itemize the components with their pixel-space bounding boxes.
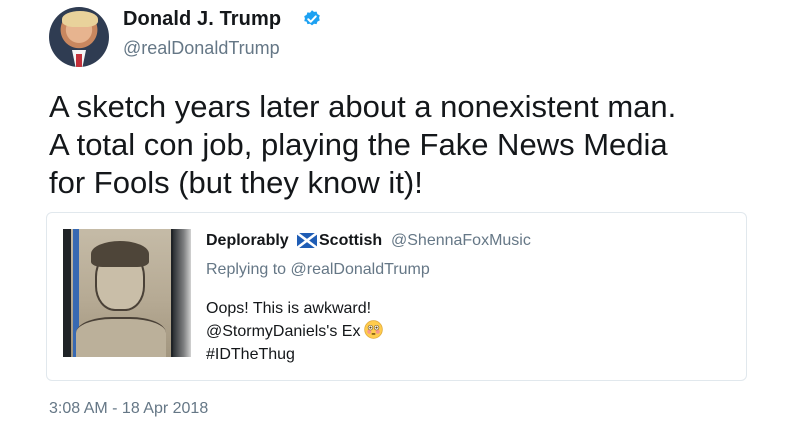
tweet-text-line: A sketch years later about a nonexistent… <box>49 89 677 124</box>
quoted-tweet-image[interactable] <box>63 229 191 357</box>
scotland-flag-icon <box>297 233 317 248</box>
quoted-text-line-2: @StormyDaniels's Ex <box>206 323 361 340</box>
quoted-author-name[interactable]: Deplorably <box>206 232 289 250</box>
replying-to: Replying to @realDonaldTrump <box>206 261 430 278</box>
sketch-image <box>71 229 171 357</box>
quoted-tweet-text: Oops! This is awkward! @StormyDaniels's … <box>206 297 384 366</box>
quoted-author-handle[interactable]: @ShennaFoxMusic <box>391 232 531 250</box>
quoted-hashtag[interactable]: #IDTheThug <box>206 346 295 363</box>
verified-badge-icon <box>304 10 320 26</box>
media-side-panel <box>173 229 191 357</box>
sketch-hair <box>91 241 149 267</box>
avatar-hair <box>62 11 98 27</box>
tweet-text: A sketch years later about a nonexistent… <box>49 88 769 202</box>
tweet-text-line: for Fools (but they know it)! <box>49 165 423 200</box>
tweet-text-line: A total con job, playing the Fake News M… <box>49 127 668 162</box>
quoted-text-line: #IDTheThug <box>206 343 383 366</box>
quoted-text-line: Oops! This is awkward! <box>206 297 383 320</box>
author-handle[interactable]: @realDonaldTrump <box>123 38 280 59</box>
flushed-face-icon <box>364 320 384 339</box>
avatar[interactable] <box>49 7 109 67</box>
quoted-text-line-1: Oops! This is awkward! <box>206 300 372 317</box>
quoted-text-line: @StormyDaniels's Ex <box>206 320 384 343</box>
author-name[interactable]: Donald J. Trump <box>123 8 281 31</box>
sketch-shoulders <box>76 317 166 357</box>
quoted-tweet-card[interactable]: Deplorably Scottish @ShennaFoxMusic Repl… <box>46 212 747 381</box>
avatar-tie <box>76 54 82 67</box>
tweet-timestamp[interactable]: 3:08 AM - 18 Apr 2018 <box>49 400 208 418</box>
quoted-author-name-suffix[interactable]: Scottish <box>319 232 382 250</box>
